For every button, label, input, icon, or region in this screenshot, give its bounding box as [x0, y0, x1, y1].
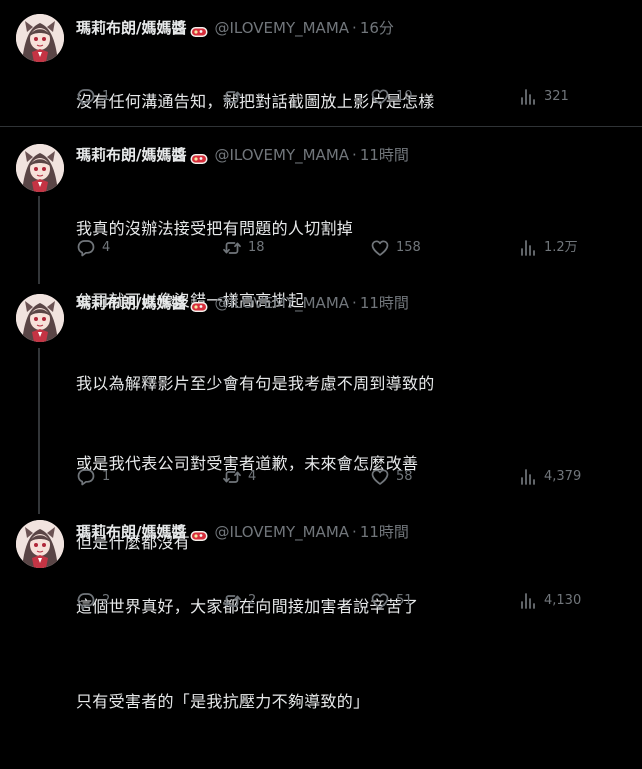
retweet-count: 18	[248, 240, 265, 255]
retweet-button[interactable]: 4	[222, 467, 256, 487]
avatar[interactable]	[16, 144, 64, 192]
reply-button[interactable]: 1	[76, 87, 110, 107]
reply-icon	[76, 591, 96, 611]
heart-icon	[370, 591, 390, 611]
like-count: 58	[396, 469, 413, 484]
bento-icon	[190, 297, 208, 309]
views-count: 1.2万	[544, 240, 578, 255]
avatar[interactable]	[16, 520, 64, 568]
action-bar: 1 10 321	[76, 87, 596, 107]
like-count: 10	[396, 89, 413, 104]
like-button[interactable]: 10	[370, 87, 413, 107]
reply-icon	[76, 467, 96, 487]
display-name[interactable]: 瑪莉布朗/媽媽醬	[76, 17, 186, 39]
separator-dot: ·	[352, 294, 357, 312]
retweet-button[interactable]: 18	[222, 238, 265, 258]
views-count: 4,379	[544, 469, 582, 484]
tweet-header: 瑪莉布朗/媽媽醬 @ILOVEMY_MAMA · 11時間	[76, 292, 409, 314]
tweet-header: 瑪莉布朗/媽媽醬 @ILOVEMY_MAMA · 11時間	[76, 144, 409, 166]
retweet-icon	[222, 238, 242, 258]
like-button[interactable]: 51	[370, 591, 413, 611]
retweet-button[interactable]	[222, 87, 248, 107]
thread-line	[38, 348, 40, 514]
user-handle[interactable]: @ILOVEMY_MAMA	[214, 521, 349, 543]
display-name[interactable]: 瑪莉布朗/媽媽醬	[76, 144, 186, 166]
reply-count: 4	[102, 240, 111, 255]
tweet-header: 瑪莉布朗/媽媽醬 @ILOVEMY_MAMA · 16分	[76, 17, 394, 39]
user-handle[interactable]: @ILOVEMY_MAMA	[214, 292, 349, 314]
separator-dot: ·	[352, 523, 357, 541]
divider	[0, 126, 642, 127]
heart-icon	[370, 238, 390, 258]
timestamp[interactable]: 11時間	[360, 292, 409, 314]
bento-icon	[190, 149, 208, 161]
heart-icon	[370, 467, 390, 487]
tweet-header: 瑪莉布朗/媽媽醬 @ILOVEMY_MAMA · 11時間	[76, 521, 409, 543]
bar-chart-icon	[518, 591, 538, 611]
views-button[interactable]: 4,130	[518, 591, 581, 611]
retweet-icon	[222, 87, 242, 107]
separator-dot: ·	[352, 146, 357, 164]
bar-chart-icon	[518, 467, 538, 487]
tweet-text-line: 只有受害者的「是我抗壓力不夠導致的」	[76, 692, 370, 711]
bento-icon	[190, 22, 208, 34]
bar-chart-icon	[518, 238, 538, 258]
tweet-text-line: 我以為解釋影片至少會有句是我考慮不周到導致的	[76, 374, 435, 393]
separator-dot: ·	[352, 19, 357, 37]
views-count: 4,130	[544, 593, 582, 608]
reply-count: 1	[102, 469, 111, 484]
action-bar: 1 4 58 4,379	[76, 467, 596, 487]
action-bar: 4 18 158 1.2万	[76, 238, 596, 258]
like-count: 51	[396, 593, 413, 608]
views-count: 321	[544, 89, 569, 104]
reply-icon	[76, 87, 96, 107]
display-name[interactable]: 瑪莉布朗/媽媽醬	[76, 521, 186, 543]
avatar[interactable]	[16, 294, 64, 342]
retweet-count: 2	[248, 593, 257, 608]
reply-button[interactable]: 4	[76, 238, 110, 258]
avatar[interactable]	[16, 14, 64, 62]
tweet-text: 我以為解釋影片至少會有句是我考慮不周到導致的 或是我代表公司對受害者道歉，未來會…	[76, 318, 435, 769]
tweet[interactable]: 瑪莉布朗/媽媽醬 @ILOVEMY_MAMA · 16分 沒有任何溝通告知，就把…	[0, 0, 642, 126]
user-handle[interactable]: @ILOVEMY_MAMA	[214, 144, 349, 166]
reply-count: 1	[102, 89, 111, 104]
views-button[interactable]: 321	[518, 87, 569, 107]
reply-button[interactable]: 1	[76, 467, 110, 487]
like-button[interactable]: 58	[370, 467, 413, 487]
reply-button[interactable]: 2	[76, 591, 110, 611]
retweet-count: 4	[248, 469, 257, 484]
bento-icon	[190, 526, 208, 538]
reply-count: 2	[102, 593, 111, 608]
like-count: 158	[396, 240, 421, 255]
timestamp[interactable]: 11時間	[360, 521, 409, 543]
reply-icon	[76, 238, 96, 258]
retweet-icon	[222, 467, 242, 487]
thread-line	[38, 196, 40, 284]
bar-chart-icon	[518, 87, 538, 107]
timestamp[interactable]: 16分	[360, 17, 394, 39]
display-name[interactable]: 瑪莉布朗/媽媽醬	[76, 292, 186, 314]
views-button[interactable]: 1.2万	[518, 238, 578, 258]
timestamp[interactable]: 11時間	[360, 144, 409, 166]
retweet-button[interactable]: 2	[222, 591, 256, 611]
heart-icon	[370, 87, 390, 107]
action-bar: 2 2 51 4,130	[76, 591, 596, 611]
user-handle[interactable]: @ILOVEMY_MAMA	[214, 17, 349, 39]
retweet-icon	[222, 591, 242, 611]
views-button[interactable]: 4,379	[518, 467, 581, 487]
like-button[interactable]: 158	[370, 238, 421, 258]
